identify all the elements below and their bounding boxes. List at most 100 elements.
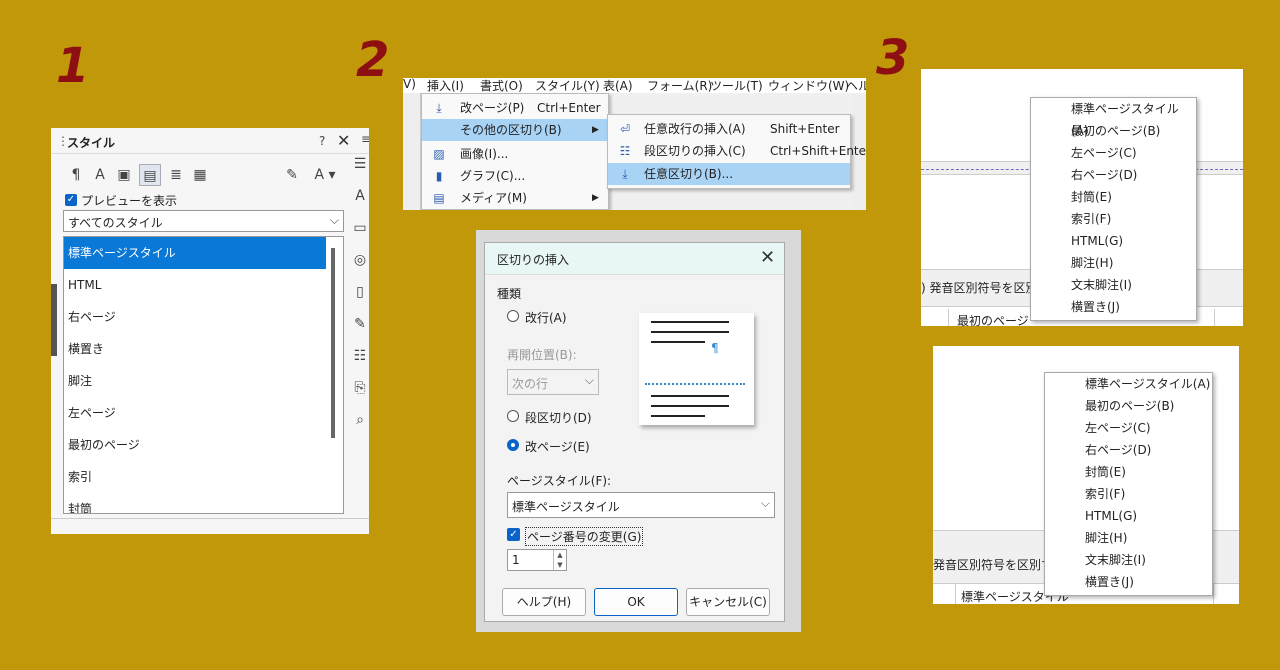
- style-item[interactable]: 横置き: [64, 333, 343, 365]
- insert-break-screenshot: 区切りの挿入 ✕ 種類 改行(A) 再開位置(B): 次の行 ⌵ 段区切り(D)…: [476, 230, 801, 632]
- menu-item-image[interactable]: ▨ 画像(I)...: [422, 143, 608, 165]
- styles-icon[interactable]: A: [351, 188, 369, 220]
- page-style-option[interactable]: 索引(F): [1031, 208, 1196, 230]
- menu-format[interactable]: 書式(O): [480, 78, 523, 93]
- scrollbar[interactable]: [331, 248, 335, 438]
- page-style-option[interactable]: 右ページ(D): [1045, 439, 1212, 461]
- column-break-radio[interactable]: [507, 410, 519, 422]
- page-style-option[interactable]: 文末脚注(I): [1031, 274, 1196, 296]
- character-styles-icon[interactable]: A: [89, 164, 111, 186]
- menu-table[interactable]: 表(A): [603, 78, 633, 93]
- help-icon[interactable]: ?: [319, 134, 325, 148]
- navigator-icon[interactable]: ◎: [351, 252, 369, 284]
- page-break-radio[interactable]: [507, 439, 519, 451]
- page-style-option[interactable]: 索引(F): [1045, 483, 1212, 505]
- spinner-arrows-icon[interactable]: ▲ ▼: [553, 550, 566, 570]
- style-item[interactable]: 最初のページ: [64, 429, 343, 461]
- menu-insert[interactable]: 挿入(I): [427, 78, 464, 93]
- page-number-spinner[interactable]: 1 ▲ ▼: [507, 549, 567, 571]
- help-button[interactable]: ヘルプ(H): [502, 588, 586, 616]
- page-styles-icon[interactable]: ▤: [139, 164, 161, 186]
- chevron-down-icon: ⌵: [584, 373, 594, 387]
- page-style-option[interactable]: HTML(G): [1031, 230, 1196, 252]
- manage-changes-icon[interactable]: ☷: [351, 348, 369, 380]
- page-style-option[interactable]: 標準ページスタイル(A): [1031, 98, 1196, 138]
- menu-item-manual-row-break[interactable]: ⏎ 任意改行の挿入(A) Shift+Enter: [608, 118, 850, 140]
- line-break-radio[interactable]: [507, 310, 519, 322]
- menu-form[interactable]: フォーム(R): [647, 78, 712, 93]
- page-style-option[interactable]: 横置き(J): [1031, 296, 1196, 318]
- change-page-number-checkbox[interactable]: ✓: [507, 528, 520, 541]
- collapse-handle[interactable]: [51, 284, 57, 356]
- column-break-label: 段区切り(D): [525, 411, 592, 425]
- chevron-down-icon: ⌵: [329, 213, 339, 227]
- close-icon[interactable]: ✕: [760, 247, 775, 268]
- list-styles-icon[interactable]: ≣: [165, 164, 187, 186]
- media-icon: ▤: [433, 191, 445, 205]
- gallery-icon[interactable]: ▭: [351, 220, 369, 252]
- menu-window[interactable]: ウィンドウ(W): [768, 78, 849, 93]
- find-icon[interactable]: ⌕: [351, 412, 369, 444]
- fill-format-icon[interactable]: ✎: [281, 164, 303, 186]
- properties-icon[interactable]: ☰: [351, 156, 369, 188]
- style-item[interactable]: 封筒: [64, 493, 343, 513]
- step-number-1: 1: [56, 38, 90, 94]
- menu-item-more-breaks[interactable]: その他の区切り(B) ▶: [422, 119, 608, 141]
- page-style-option[interactable]: 封筒(E): [1045, 461, 1212, 483]
- restart-select[interactable]: 次の行 ⌵: [507, 369, 599, 395]
- page-style-option[interactable]: HTML(G): [1045, 505, 1212, 527]
- image-icon: ▨: [433, 147, 445, 161]
- page-style-option[interactable]: 最初のページ(B): [1031, 120, 1196, 142]
- page-style-select[interactable]: 標準ページスタイル ⌵: [507, 492, 775, 518]
- menu-item-page-break[interactable]: ⤓ 改ページ(P) Ctrl+Enter: [422, 97, 608, 119]
- menu-icon[interactable]: ≡: [361, 132, 369, 146]
- page-style-option[interactable]: 左ページ(C): [1045, 417, 1212, 439]
- page-style-dropdown-screenshot-2: 発音区別符号を区別する 標準ページスタイル 標準ページスタイル(A) 最初のペー…: [933, 346, 1239, 604]
- page-break-label: 改ページ(E): [525, 440, 590, 454]
- page-style-option[interactable]: 左ページ(C): [1031, 142, 1196, 164]
- page-style-option[interactable]: 最初のページ(B): [1045, 395, 1212, 417]
- style-item[interactable]: HTML: [64, 269, 343, 301]
- design-icon[interactable]: ⎘: [351, 380, 369, 412]
- preview-checkbox[interactable]: ✓: [65, 194, 77, 206]
- page-style-option[interactable]: 標準ページスタイル(A): [1045, 373, 1212, 395]
- table-styles-icon[interactable]: ▦: [189, 164, 211, 186]
- ok-button[interactable]: OK: [594, 588, 678, 616]
- menu-styles[interactable]: スタイル(Y): [535, 78, 600, 93]
- menu-help[interactable]: ヘル: [846, 78, 866, 93]
- page-style-option[interactable]: 脚注(H): [1031, 252, 1196, 274]
- toolbar-strip: [403, 93, 421, 210]
- menu-view[interactable]: V): [403, 78, 416, 91]
- preview-line: [651, 415, 705, 417]
- page-style-option[interactable]: 右ページ(D): [1031, 164, 1196, 186]
- style-item[interactable]: 索引: [64, 461, 343, 493]
- menubar: V) 挿入(I) 書式(O) スタイル(Y) 表(A) フォーム(R) ツール(…: [403, 78, 866, 93]
- divider: [1214, 309, 1215, 326]
- page-style-option[interactable]: 封筒(E): [1031, 186, 1196, 208]
- chevron-right-icon: ▶: [592, 125, 599, 135]
- menu-item-shortcut: Shift+Enter: [770, 122, 840, 136]
- page-style-popup: 標準ページスタイル(A) 最初のページ(B) 左ページ(C) 右ページ(D) 封…: [1030, 97, 1197, 321]
- page-icon[interactable]: ▯: [351, 284, 369, 316]
- frame-styles-icon[interactable]: ▣: [113, 164, 135, 186]
- menu-item-column-break[interactable]: ☷ 段区切りの挿入(C) Ctrl+Shift+Enter: [608, 140, 866, 162]
- step-number-3: 3: [876, 30, 910, 86]
- menu-tools[interactable]: ツール(T): [710, 78, 763, 93]
- page-style-option[interactable]: 脚注(H): [1045, 527, 1212, 549]
- menu-item-media[interactable]: ▤ メディア(M) ▶: [422, 187, 608, 209]
- style-item[interactable]: 標準ページスタイル: [64, 237, 326, 269]
- cancel-button[interactable]: キャンセル(C): [686, 588, 770, 616]
- chevron-right-icon: ▶: [592, 193, 599, 203]
- style-inspector-icon[interactable]: ✎: [351, 316, 369, 348]
- style-item[interactable]: 左ページ: [64, 397, 343, 429]
- menu-item-manual-break[interactable]: ⤓ 任意区切り(B)...: [608, 163, 850, 185]
- close-icon[interactable]: ✕: [337, 131, 350, 150]
- page-style-option[interactable]: 文末脚注(I): [1045, 549, 1212, 571]
- style-item[interactable]: 右ページ: [64, 301, 343, 333]
- style-filter-select[interactable]: すべてのスタイル ⌵: [63, 210, 344, 232]
- style-item[interactable]: 脚注: [64, 365, 343, 397]
- paragraph-styles-icon[interactable]: ¶: [65, 164, 87, 186]
- page-style-option[interactable]: 横置き(J): [1045, 571, 1212, 593]
- new-style-icon[interactable]: A ▾: [307, 164, 343, 186]
- menu-item-chart[interactable]: ▮ グラフ(C)...: [422, 165, 608, 187]
